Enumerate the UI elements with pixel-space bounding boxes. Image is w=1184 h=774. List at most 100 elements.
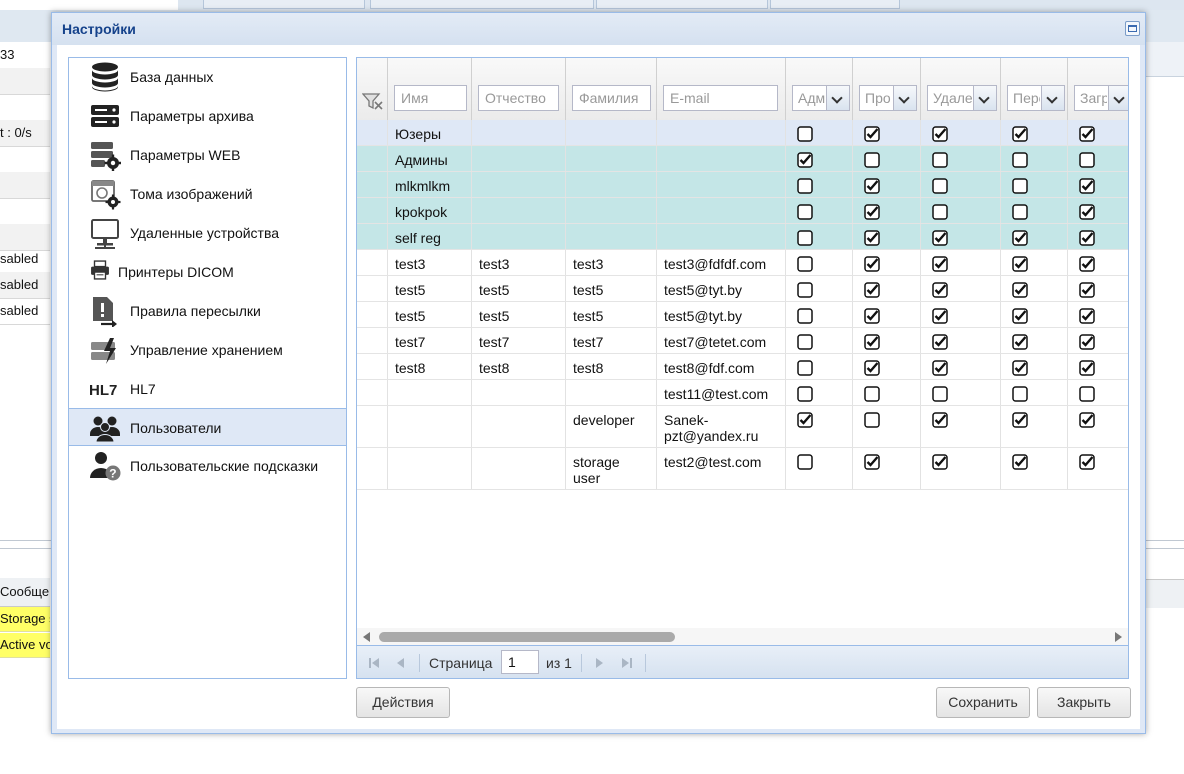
unchecked-checkbox-icon[interactable] bbox=[932, 152, 948, 168]
nav-item-user-hints[interactable]: ? Пользовательские подсказки bbox=[69, 447, 346, 485]
background-list-row[interactable]: sabled bbox=[0, 298, 50, 325]
user-row[interactable]: test11@test.com bbox=[357, 380, 1128, 406]
background-message[interactable]: Active vo bbox=[0, 633, 50, 658]
actions-button[interactable]: Действия bbox=[356, 687, 450, 718]
group-row[interactable]: Юзеры bbox=[357, 120, 1128, 146]
scroll-right-icon[interactable] bbox=[1115, 632, 1122, 642]
horizontal-scrollbar[interactable] bbox=[357, 628, 1128, 645]
first-page-icon[interactable] bbox=[366, 655, 382, 671]
checked-checkbox-icon[interactable] bbox=[932, 126, 948, 142]
checked-checkbox-icon[interactable] bbox=[1079, 308, 1095, 324]
background-tab[interactable] bbox=[370, 0, 594, 9]
background-list-row[interactable]: sabled bbox=[0, 272, 50, 299]
checked-checkbox-icon[interactable] bbox=[864, 126, 880, 142]
view-filter-combo[interactable]: Про bbox=[859, 85, 917, 111]
unchecked-checkbox-icon[interactable] bbox=[1012, 204, 1028, 220]
nav-item-forwarding-rules[interactable]: Правила пересылки bbox=[69, 292, 346, 330]
checked-checkbox-icon[interactable] bbox=[797, 152, 813, 168]
unchecked-checkbox-icon[interactable] bbox=[797, 386, 813, 402]
first-name-filter-input[interactable]: Имя bbox=[394, 85, 467, 111]
user-row[interactable]: test3 test3 test3 test3@fdfdf.com bbox=[357, 250, 1128, 276]
chevron-down-icon[interactable] bbox=[1041, 86, 1064, 110]
checked-checkbox-icon[interactable] bbox=[1012, 282, 1028, 298]
clear-filter-icon[interactable] bbox=[362, 92, 384, 110]
nav-item-remote-devices[interactable]: Удаленные устройства bbox=[69, 214, 346, 252]
checked-checkbox-icon[interactable] bbox=[1012, 334, 1028, 350]
background-tab[interactable] bbox=[596, 0, 768, 9]
background-tab[interactable] bbox=[770, 0, 900, 9]
background-list-row[interactable] bbox=[0, 146, 50, 173]
checked-checkbox-icon[interactable] bbox=[1012, 256, 1028, 272]
user-row[interactable]: storage user test2@test.com bbox=[357, 448, 1128, 490]
checked-checkbox-icon[interactable] bbox=[1079, 334, 1095, 350]
unchecked-checkbox-icon[interactable] bbox=[797, 178, 813, 194]
unchecked-checkbox-icon[interactable] bbox=[864, 412, 880, 428]
checked-checkbox-icon[interactable] bbox=[864, 230, 880, 246]
background-tab[interactable] bbox=[203, 0, 365, 9]
checked-checkbox-icon[interactable] bbox=[1079, 178, 1095, 194]
background-message[interactable]: Storage s bbox=[0, 607, 50, 632]
checked-checkbox-icon[interactable] bbox=[932, 360, 948, 376]
checked-checkbox-icon[interactable] bbox=[1079, 256, 1095, 272]
unchecked-checkbox-icon[interactable] bbox=[797, 282, 813, 298]
checked-checkbox-icon[interactable] bbox=[1079, 412, 1095, 428]
unchecked-checkbox-icon[interactable] bbox=[932, 178, 948, 194]
nav-item-archive-params[interactable]: Параметры архива bbox=[69, 97, 346, 135]
checked-checkbox-icon[interactable] bbox=[864, 204, 880, 220]
page-number-input[interactable]: 1 bbox=[501, 650, 539, 674]
nav-item-web-params[interactable]: Параметры WEB bbox=[69, 136, 346, 174]
last-name-filter-input[interactable]: Фамилия bbox=[572, 85, 651, 111]
checked-checkbox-icon[interactable] bbox=[932, 308, 948, 324]
user-row[interactable]: test8 test8 test8 test8@fdf.com bbox=[357, 354, 1128, 380]
close-button[interactable]: Закрыть bbox=[1037, 687, 1131, 718]
group-row[interactable]: Админы bbox=[357, 146, 1128, 172]
unchecked-checkbox-icon[interactable] bbox=[797, 360, 813, 376]
user-row[interactable]: test5 test5 test5 test5@tyt.by bbox=[357, 276, 1128, 302]
checked-checkbox-icon[interactable] bbox=[864, 256, 880, 272]
middle-name-filter-input[interactable]: Отчество bbox=[478, 85, 559, 111]
nav-item-database[interactable]: База данных bbox=[69, 58, 346, 96]
unchecked-checkbox-icon[interactable] bbox=[1079, 152, 1095, 168]
background-list-row[interactable] bbox=[0, 172, 50, 199]
checked-checkbox-icon[interactable] bbox=[1012, 412, 1028, 428]
checked-checkbox-icon[interactable] bbox=[1079, 230, 1095, 246]
unchecked-checkbox-icon[interactable] bbox=[932, 204, 948, 220]
admin-filter-combo[interactable]: Адми bbox=[792, 85, 850, 111]
scrollbar-thumb[interactable] bbox=[379, 632, 675, 642]
next-page-icon[interactable] bbox=[591, 655, 607, 671]
checked-checkbox-icon[interactable] bbox=[864, 454, 880, 470]
email-filter-input[interactable]: E-mail bbox=[663, 85, 778, 111]
save-button[interactable]: Сохранить bbox=[936, 687, 1030, 718]
checked-checkbox-icon[interactable] bbox=[864, 334, 880, 350]
nav-item-users[interactable]: Пользователи bbox=[69, 408, 346, 446]
checked-checkbox-icon[interactable] bbox=[932, 282, 948, 298]
background-list-row[interactable]: 33 bbox=[0, 42, 50, 69]
unchecked-checkbox-icon[interactable] bbox=[1012, 152, 1028, 168]
unchecked-checkbox-icon[interactable] bbox=[797, 334, 813, 350]
chevron-down-icon[interactable] bbox=[893, 86, 916, 110]
checked-checkbox-icon[interactable] bbox=[864, 308, 880, 324]
checked-checkbox-icon[interactable] bbox=[932, 334, 948, 350]
maximize-icon[interactable] bbox=[1125, 21, 1140, 36]
checked-checkbox-icon[interactable] bbox=[1079, 360, 1095, 376]
checked-checkbox-icon[interactable] bbox=[864, 282, 880, 298]
forward-filter-combo[interactable]: Пере bbox=[1007, 85, 1065, 111]
unchecked-checkbox-icon[interactable] bbox=[932, 386, 948, 402]
upload-filter-combo[interactable]: Загр bbox=[1074, 85, 1128, 111]
checked-checkbox-icon[interactable] bbox=[1079, 282, 1095, 298]
user-row[interactable]: test7 test7 test7 test7@tetet.com bbox=[357, 328, 1128, 354]
background-list-row[interactable] bbox=[0, 68, 50, 95]
unchecked-checkbox-icon[interactable] bbox=[797, 230, 813, 246]
user-row[interactable]: developer Sanek-pzt@yandex.ru bbox=[357, 406, 1128, 448]
checked-checkbox-icon[interactable] bbox=[864, 360, 880, 376]
unchecked-checkbox-icon[interactable] bbox=[797, 308, 813, 324]
scroll-left-icon[interactable] bbox=[363, 632, 370, 642]
chevron-down-icon[interactable] bbox=[826, 86, 849, 110]
checked-checkbox-icon[interactable] bbox=[1012, 360, 1028, 376]
nav-item-hl7[interactable]: HL7 HL7 bbox=[69, 370, 346, 408]
checked-checkbox-icon[interactable] bbox=[1012, 454, 1028, 470]
background-list-row[interactable]: t : 0/s bbox=[0, 120, 50, 147]
checked-checkbox-icon[interactable] bbox=[1079, 126, 1095, 142]
checked-checkbox-icon[interactable] bbox=[932, 454, 948, 470]
unchecked-checkbox-icon[interactable] bbox=[864, 152, 880, 168]
